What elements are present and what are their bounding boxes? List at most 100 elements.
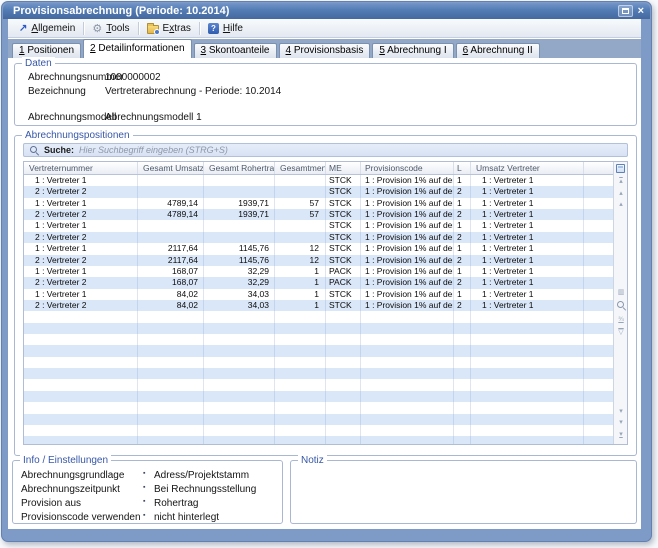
cell [326,345,361,356]
table-row[interactable]: 1 : Vertreter 1168,0732,291PACK1 : Provi… [24,266,613,277]
tab-abrechnung-ii[interactable]: 6 Abrechnung II [456,43,540,58]
tab-detailinformationen[interactable]: 2 Detailinformationen [83,39,192,58]
tab-abrechnung-i[interactable]: 5 Abrechnung I [372,43,453,58]
info-label: Provision aus [21,498,81,509]
scroll-down-icon[interactable]: ▾ [614,407,628,416]
scroll-to-top-icon[interactable]: ▴ [614,177,628,186]
info-field-abrechnungszeitpunkt: Abrechnungszeitpunkt ▪ Bei Rechnungsstel… [13,484,282,496]
daten-groupbox: Daten Abrechnungsnummer 1000000002 Bezei… [14,63,637,126]
table-row-empty[interactable] [24,436,613,444]
cell [138,425,204,436]
scroll-to-bottom-icon[interactable]: ▾ [614,430,628,439]
info-label: Abrechnungsgrundlage [21,470,124,481]
filter-row-icon[interactable]: ▽ [614,328,628,337]
cell: 2 [454,232,471,243]
grid-header[interactable]: VertreternummerGesamt Umsatz EURGesamt R… [24,162,613,175]
table-row-empty[interactable] [24,391,613,402]
cell [471,425,584,436]
cell [275,345,326,356]
field-value: Vertreterabrechnung - Periode: 10.2014 [105,86,281,97]
table-row[interactable]: 2 : Vertreter 2STCK1 : Provision 1% auf … [24,232,613,243]
table-row-empty[interactable] [24,323,613,334]
table-row[interactable]: 1 : Vertreter 1STCK1 : Provision 1% auf … [24,220,613,231]
column-header-8[interactable]: Umsatz Vertreter [471,162,584,174]
column-header-1[interactable]: Vertreternummer [24,162,138,174]
column-header-2[interactable]: Gesamt Umsatz EUR [138,162,204,174]
table-row[interactable]: 2 : Vertreter 22117,641145,7612STCK1 : P… [24,255,613,266]
close-button[interactable]: × [638,5,644,17]
search-icon [29,145,39,155]
cell [275,368,326,379]
toolbar-label: Hilfe [223,23,243,34]
cell [138,232,204,243]
cell: 84,02 [138,300,204,311]
table-row[interactable]: 1 : Vertreter 14789,141939,7157STCK1 : P… [24,198,613,209]
table-row[interactable]: 2 : Vertreter 24789,141939,7157STCK1 : P… [24,209,613,220]
cell [204,175,275,186]
column-header-7[interactable]: L [454,162,471,174]
cell: 1 : Provision 1% auf den ve [361,198,454,209]
cell [454,357,471,368]
cell [138,391,204,402]
grid-side-scrollbar[interactable]: ▴ ▴ ▴ ▥ ¾ ▽ ▾ ▾ ▾ [613,162,627,444]
table-row[interactable]: 2 : Vertreter 2STCK1 : Provision 1% auf … [24,186,613,197]
cell: STCK [326,289,361,300]
table-row[interactable]: 2 : Vertreter 2168,0732,291PACK1 : Provi… [24,277,613,288]
column-header-3[interactable]: Gesamt Rohertrag EUR [204,162,275,174]
table-row[interactable]: 1 : Vertreter 12117,641145,7612STCK1 : P… [24,243,613,254]
table-row-empty[interactable] [24,425,613,436]
table-row-empty[interactable] [24,357,613,368]
search-bar[interactable]: Suche: Hier Suchbegriff eingeben (STRG+S… [23,143,628,157]
column-header-5[interactable]: ME [326,162,361,174]
table-row-empty[interactable] [24,311,613,322]
table-row-empty[interactable] [24,379,613,390]
table-row-empty[interactable] [24,334,613,345]
cell: STCK [326,198,361,209]
toolbar-hilfe-button[interactable]: ?Hilfe [201,21,250,36]
scroll-page-down-icon[interactable]: ▾ [614,418,628,427]
app-window: Provisionsabrechnung (Periode: 10.2014) … [1,1,652,542]
toolbar-allgemein-button[interactable]: ↗Allgemein [12,21,82,36]
cell [454,368,471,379]
cell [138,220,204,231]
table-row-empty[interactable] [24,368,613,379]
cell [454,425,471,436]
column-header-4[interactable]: Gesamtmenge [275,162,326,174]
tab-skontoanteile[interactable]: 3 Skontoanteile [194,43,277,58]
toolbar-extras-button[interactable]: Extras [140,21,198,36]
cell [361,436,454,444]
cell-filler [584,334,613,345]
cell: 2 : Vertreter 2 [24,186,138,197]
columns-view-icon[interactable]: ▥ [614,288,628,297]
table-row-empty[interactable] [24,414,613,425]
sum-row-icon[interactable]: ¾ [614,315,628,324]
cell [471,323,584,334]
table-row[interactable]: 1 : Vertreter 1STCK1 : Provision 1% auf … [24,175,613,186]
window-controls: × [618,5,644,17]
table-row[interactable]: 1 : Vertreter 184,0234,031STCK1 : Provis… [24,289,613,300]
column-chooser-icon[interactable] [616,164,625,173]
cell: 2 : Vertreter 2 [24,232,138,243]
table-row-empty[interactable] [24,402,613,413]
cell [138,436,204,444]
titlebar[interactable]: Provisionsabrechnung (Periode: 10.2014) … [3,3,650,19]
tab-positionen[interactable]: 1 Positionen [12,43,81,58]
cell [204,402,275,413]
cell [361,414,454,425]
notiz-textarea[interactable] [293,467,634,521]
cell [361,323,454,334]
column-header-6[interactable]: Provisionscode [361,162,454,174]
cell [361,334,454,345]
restore-button[interactable] [618,5,633,17]
scroll-page-up-icon[interactable]: ▴ [614,189,628,198]
cell: 1 : Provision 1% auf den ve [361,255,454,266]
toolbar-tools-button[interactable]: ⚙Tools [85,21,136,36]
cell [361,345,454,356]
window-content: ↗Allgemein⚙Tools Extras?Hilfe 1 Positione… [8,19,641,529]
cell: 2 : Vertreter 2 [24,209,138,220]
tab-provisionsbasis[interactable]: 4 Provisionsbasis [279,43,371,58]
grid-search-icon[interactable] [617,301,627,311]
table-row[interactable]: 2 : Vertreter 284,0234,031STCK1 : Provis… [24,300,613,311]
table-row-empty[interactable] [24,345,613,356]
scroll-up-icon[interactable]: ▴ [614,200,628,209]
